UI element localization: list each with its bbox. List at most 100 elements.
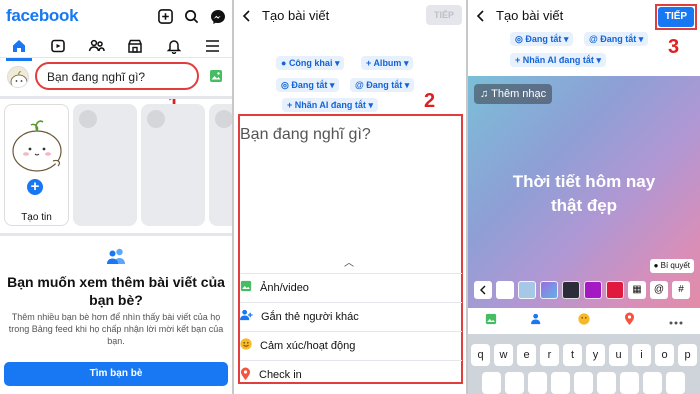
menu-icon[interactable] — [204, 37, 221, 54]
ai-label-chip[interactable]: + Nhãn AI đang tắt ▾ — [510, 53, 606, 67]
key[interactable] — [643, 372, 662, 394]
color-swatch[interactable] — [562, 281, 580, 299]
post-text[interactable]: Thời tiết hôm nay thật đẹp — [468, 170, 700, 218]
tips-button[interactable]: ● Bí quyết — [649, 259, 694, 273]
back-icon[interactable] — [476, 9, 486, 27]
key[interactable] — [620, 372, 639, 394]
friends-icon — [106, 247, 126, 270]
plus-square-icon[interactable] — [157, 8, 174, 25]
create-post-styled-screen: Tạo bài viết TIẾP 3 ◎ Đang tắt ▾ @ Đang … — [468, 0, 700, 394]
key[interactable] — [574, 372, 593, 394]
color-swatch[interactable] — [496, 281, 514, 299]
color-swatch[interactable] — [606, 281, 624, 299]
suggestion-heading: Bạn muốn xem thêm bài viết của bạn bè? — [7, 274, 225, 308]
plus-icon: + — [515, 55, 523, 65]
more-icon[interactable] — [669, 312, 683, 330]
marketplace-icon[interactable] — [127, 37, 144, 54]
messenger-icon[interactable] — [209, 8, 226, 25]
find-friends-button[interactable]: Tìm bạn bè — [4, 362, 228, 386]
home-icon[interactable] — [11, 37, 28, 54]
key[interactable]: i — [632, 344, 651, 366]
search-icon[interactable] — [183, 8, 200, 25]
color-swatch[interactable] — [540, 281, 558, 299]
facebook-logo: facebook — [6, 6, 79, 25]
story-placeholder[interactable] — [209, 104, 232, 226]
smiley-icon[interactable] — [578, 312, 590, 330]
top-actions — [157, 8, 226, 25]
add-music-button[interactable]: ♫ Thêm nhạc — [474, 84, 553, 104]
bulb-icon: ● — [653, 261, 661, 270]
key[interactable]: w — [494, 344, 513, 366]
option-feeling[interactable]: Cảm xúc/hoạt động — [240, 331, 462, 359]
smiley-icon — [240, 338, 252, 353]
page-title: Tạo bài viết — [496, 8, 564, 23]
instagram-icon: ◎ — [515, 34, 526, 44]
key[interactable] — [482, 372, 501, 394]
color-swatch[interactable] — [584, 281, 602, 299]
composer-toolbar — [468, 308, 700, 334]
photo-icon[interactable] — [209, 69, 223, 88]
key[interactable] — [528, 372, 547, 394]
key[interactable]: u — [609, 344, 628, 366]
key[interactable]: q — [471, 344, 490, 366]
key[interactable]: r — [540, 344, 559, 366]
step-number-2: 2 — [424, 90, 436, 112]
threads-chip[interactable]: @ Đang tắt ▾ — [350, 78, 415, 92]
next-button[interactable]: TIẾP — [426, 5, 462, 25]
key[interactable] — [551, 372, 570, 394]
color-swatch[interactable] — [518, 281, 536, 299]
tag-people-icon — [240, 309, 253, 324]
video-icon[interactable] — [49, 37, 66, 54]
threads-icon: @ — [355, 80, 367, 90]
key[interactable]: t — [563, 344, 582, 366]
key[interactable]: o — [655, 344, 674, 366]
chevron-left-icon[interactable] — [474, 281, 492, 299]
audience-chip[interactable]: ● Công khai ▾ — [276, 56, 345, 70]
key[interactable] — [597, 372, 616, 394]
option-tag-people[interactable]: Gắn thẻ người khác — [240, 302, 462, 330]
story-placeholder[interactable] — [141, 104, 205, 226]
location-pin-icon — [240, 367, 251, 383]
threads-chip[interactable]: @ Đang tắt ▾ — [584, 32, 649, 46]
ai-label-chip[interactable]: + Nhãn AI đang tắt ▾ — [282, 98, 378, 112]
story-placeholder[interactable] — [73, 104, 137, 226]
main-nav — [0, 34, 232, 58]
grid-icon[interactable]: ▦ — [628, 281, 646, 299]
suggestion-description: Thêm nhiều bạn bè hơn để nhìn thấy bài v… — [8, 312, 224, 346]
at-key[interactable]: @ — [650, 281, 668, 299]
post-text-input[interactable]: Bạn đang nghĩ gì? — [240, 126, 371, 144]
step-number-3: 3 — [668, 36, 680, 58]
key[interactable]: p — [678, 344, 697, 366]
key[interactable]: e — [517, 344, 536, 366]
tag-people-icon[interactable] — [531, 312, 544, 330]
instagram-icon: ◎ — [281, 80, 292, 90]
create-story-card[interactable] — [4, 104, 69, 226]
instagram-chip[interactable]: ◎ Đang tắt ▾ — [276, 78, 340, 92]
bell-icon[interactable] — [165, 37, 182, 54]
next-button[interactable]: TIẾP — [658, 7, 694, 27]
page-title: Tạo bài viết — [262, 8, 330, 23]
key[interactable]: y — [586, 344, 605, 366]
photo-icon[interactable] — [485, 312, 497, 330]
location-pin-icon[interactable] — [624, 312, 635, 330]
music-note-icon: ♫ — [480, 88, 492, 100]
background-swatches: ▦ @ # — [474, 281, 690, 299]
add-icon[interactable]: + — [25, 177, 45, 197]
whats-on-your-mind-input[interactable]: Bạn đang nghĩ gì? — [35, 62, 199, 90]
key[interactable] — [505, 372, 524, 394]
globe-icon: ● — [281, 58, 289, 68]
plus-icon: + — [287, 100, 295, 110]
mascot-illustration — [12, 120, 62, 172]
option-check-in[interactable]: Check in — [240, 360, 462, 388]
album-chip[interactable]: + Album ▾ — [361, 56, 414, 70]
chevron-up-icon[interactable]: ︿ — [344, 254, 354, 269]
next-button-highlighted[interactable]: TIẾP — [655, 4, 697, 30]
divider — [0, 96, 232, 99]
option-photo-video[interactable]: Ảnh/video — [240, 273, 462, 301]
back-icon[interactable] — [242, 9, 252, 27]
hash-key[interactable]: # — [672, 281, 690, 299]
friends-icon[interactable] — [88, 37, 105, 54]
avatar[interactable] — [7, 66, 29, 88]
key[interactable] — [666, 372, 685, 394]
instagram-chip[interactable]: ◎ Đang tắt ▾ — [510, 32, 574, 46]
